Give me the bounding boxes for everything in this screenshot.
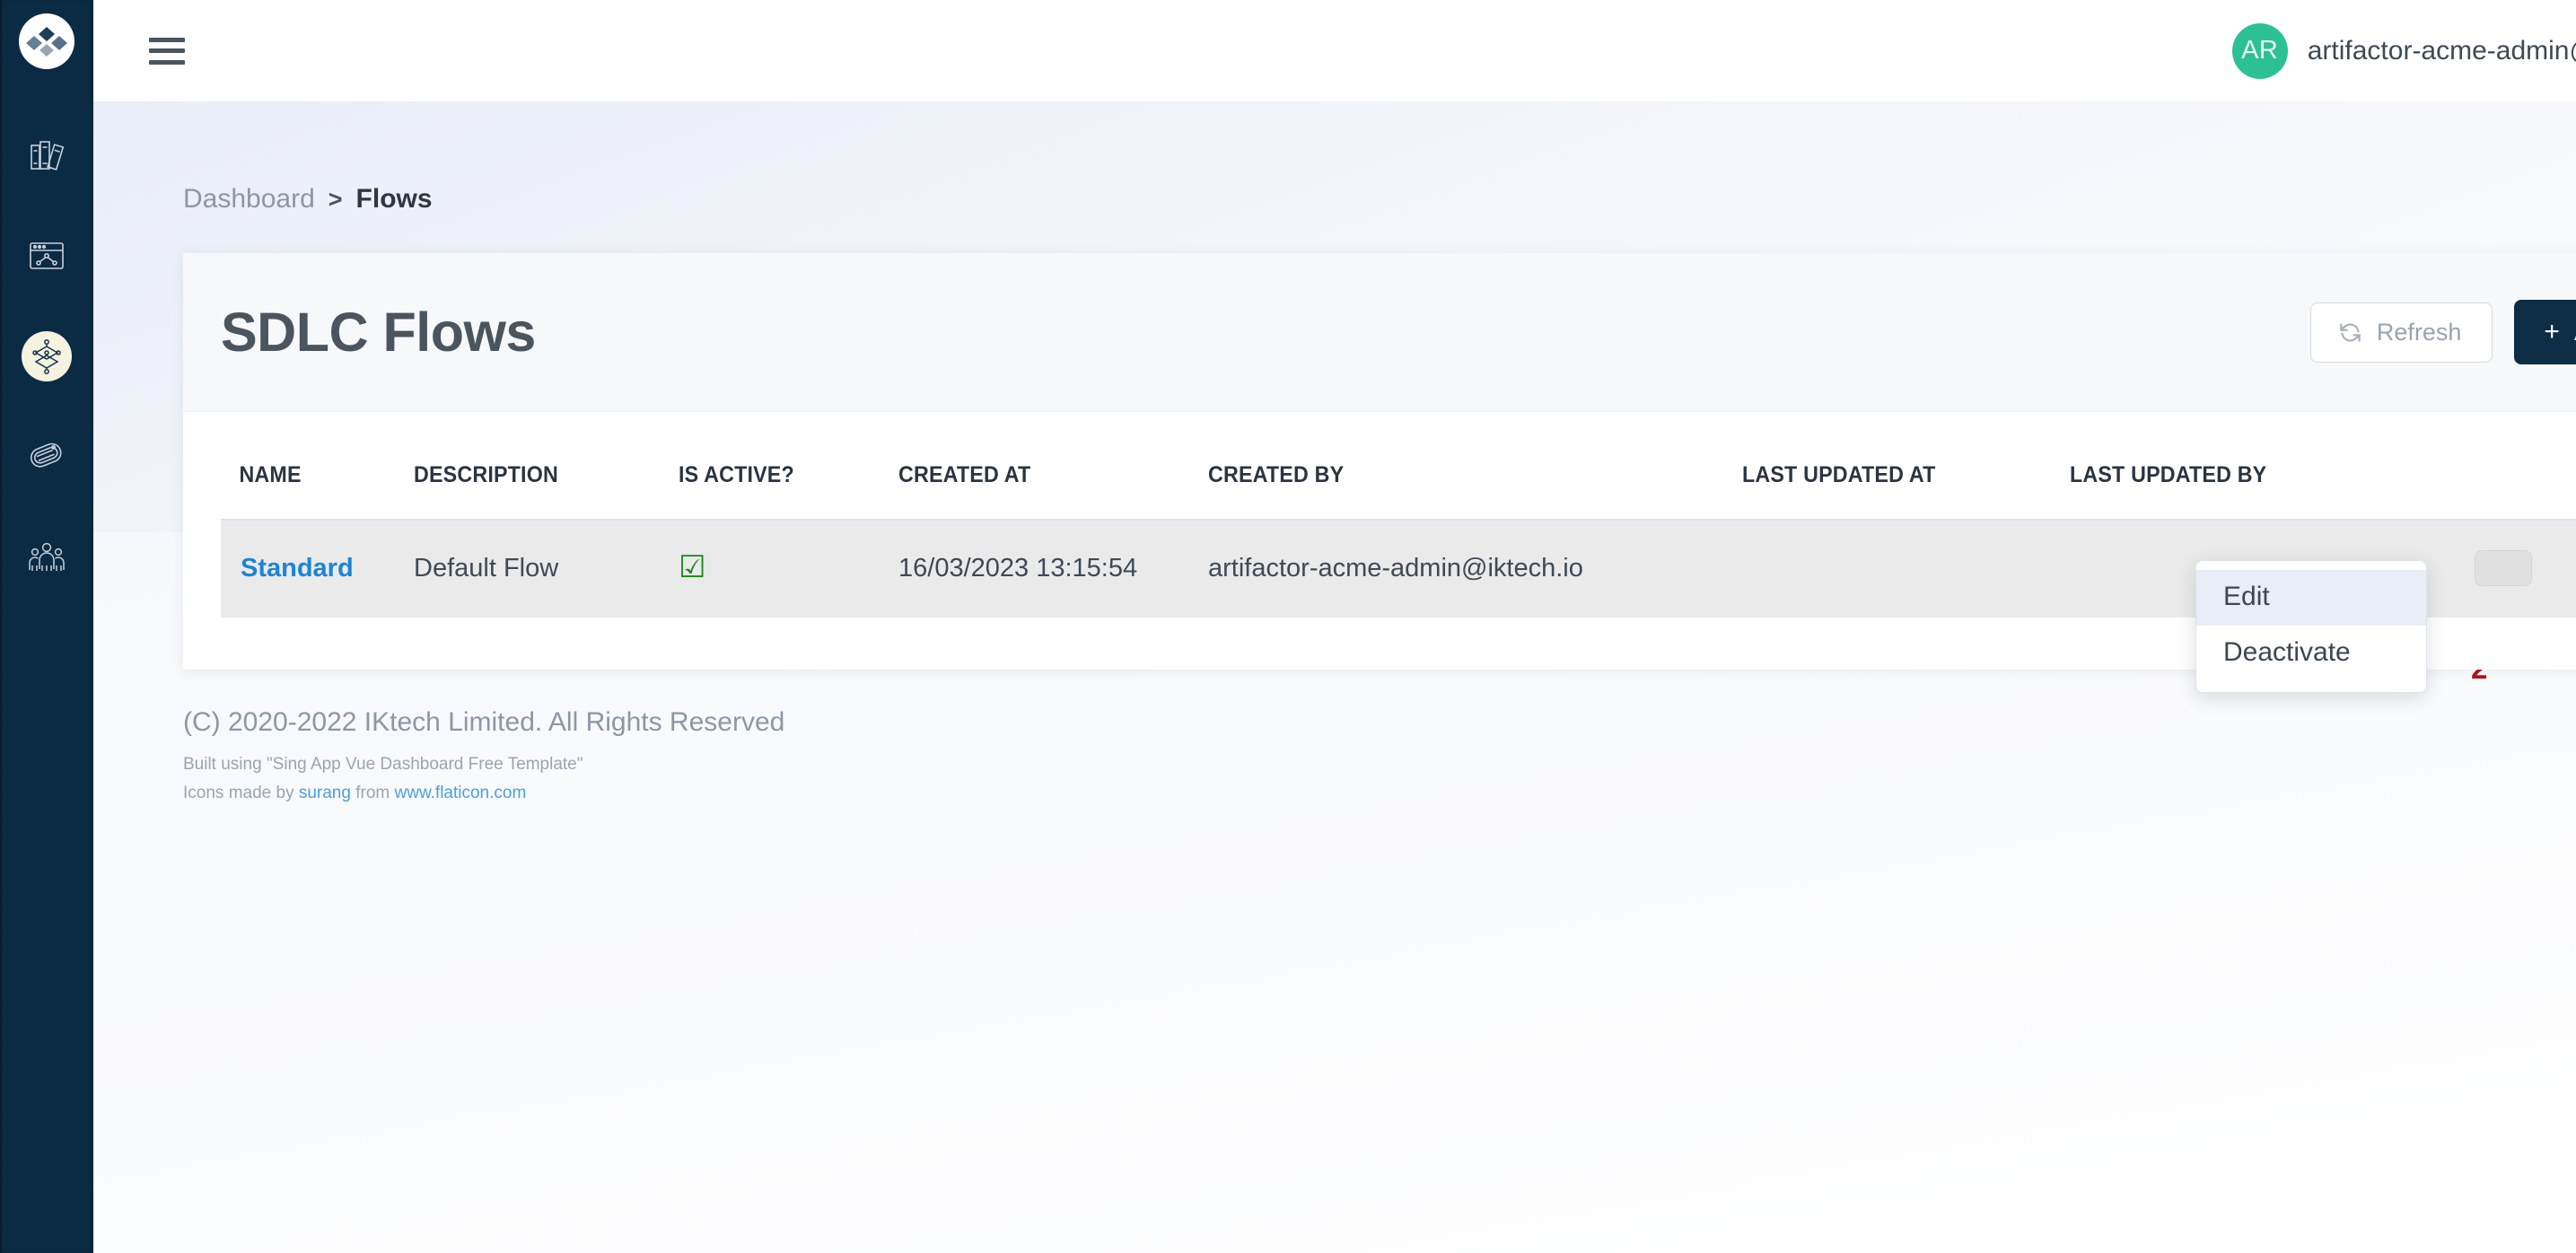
footer-copyright: (C) 2020-2022 IKtech Limited. All Rights… [183, 707, 2576, 738]
dashboard-window-icon [29, 241, 65, 271]
cell-name: Standard [221, 520, 414, 618]
column-header-last-updated-by[interactable]: LAST UPDATED BY [2070, 462, 2399, 520]
tag-paperclip-icon [27, 442, 66, 472]
row-actions-dropdown: Edit Deactivate [2195, 560, 2427, 693]
column-header-created-by[interactable]: CREATED BY [1208, 462, 1704, 520]
users-group-icon [28, 542, 66, 573]
plus-icon: + [2544, 319, 2560, 346]
icon-credit-author-link[interactable]: surang [299, 784, 351, 802]
flaticon-link[interactable]: www.flaticon.com [395, 784, 527, 802]
cell-created-at: 16/03/2023 13:15:54 [898, 520, 1208, 618]
sidebar-item-users[interactable] [22, 532, 72, 583]
app-logo-diamonds-icon [26, 25, 67, 57]
hamburger-icon[interactable] [149, 38, 185, 65]
page-title: SDLC Flows [221, 301, 536, 364]
app-logo[interactable] [19, 13, 74, 69]
cell-actions [2424, 520, 2576, 618]
dropdown-item-deactivate[interactable]: Deactivate [2196, 626, 2426, 681]
column-header-description[interactable]: DESCRIPTION [414, 462, 660, 520]
card-actions: Refresh + Add [2310, 300, 2576, 364]
sidebar-nav [0, 130, 93, 633]
refresh-label: Refresh [2377, 320, 2462, 345]
breadcrumb-dashboard[interactable]: Dashboard [183, 184, 315, 215]
card-header: SDLC Flows Refresh + [183, 253, 2576, 412]
avatar: AR [2232, 23, 2288, 79]
library-icon [29, 138, 65, 172]
dropdown-item-edit[interactable]: Edit [2196, 570, 2426, 626]
topbar: AR artifactor-acme-admin@iktech.io [93, 0, 2576, 101]
footer-built-using: Built using "Sing App Vue Dashboard Free… [183, 752, 2576, 777]
footer-icon-credit: Icons made by surang from www.flaticon.c… [183, 781, 2576, 806]
refresh-button[interactable]: Refresh [2310, 302, 2493, 363]
breadcrumb-flows: Flows [356, 184, 433, 215]
add-button[interactable]: + Add [2514, 300, 2576, 364]
flows-network-icon [30, 338, 64, 374]
column-header-last-updated-at[interactable]: LAST UPDATED AT [1742, 462, 2046, 520]
sidebar-item-artifacts[interactable] [22, 432, 72, 482]
active-check-icon: ☑ [679, 550, 705, 584]
sidebar-item-flows[interactable] [22, 331, 72, 381]
column-header-actions [2424, 462, 2576, 520]
sidebar [0, 0, 93, 1253]
icon-credit-prefix: Icons made by [183, 784, 299, 802]
user-menu[interactable]: AR artifactor-acme-admin@iktech.io [2232, 23, 2576, 79]
column-header-is-active[interactable]: IS ACTIVE? [679, 462, 883, 520]
breadcrumb-separator: > [329, 186, 343, 214]
user-email: artifactor-acme-admin@iktech.io [2308, 36, 2576, 66]
sidebar-item-library[interactable] [22, 130, 72, 180]
column-header-name[interactable]: NAME [221, 462, 400, 520]
breadcrumb: Dashboard > Flows [183, 101, 2576, 215]
cell-last-updated-at [1742, 520, 2070, 618]
cell-is-active: ☑ [679, 520, 898, 618]
icon-credit-middle: from [351, 784, 395, 802]
refresh-icon [2338, 320, 2362, 345]
flow-name-link[interactable]: Standard [241, 554, 354, 583]
sidebar-item-dashboard[interactable] [22, 231, 72, 281]
cell-created-by: artifactor-acme-admin@iktech.io [1208, 520, 1742, 618]
table-head: NAME DESCRIPTION IS ACTIVE? CREATED AT C… [221, 462, 2576, 520]
app-root: AR artifactor-acme-admin@iktech.io Dashb… [0, 0, 2576, 1253]
column-header-created-at[interactable]: CREATED AT [898, 462, 1187, 520]
row-actions-button[interactable] [2475, 550, 2532, 586]
table-header-row: NAME DESCRIPTION IS ACTIVE? CREATED AT C… [221, 462, 2576, 520]
cell-description: Default Flow [414, 520, 679, 618]
